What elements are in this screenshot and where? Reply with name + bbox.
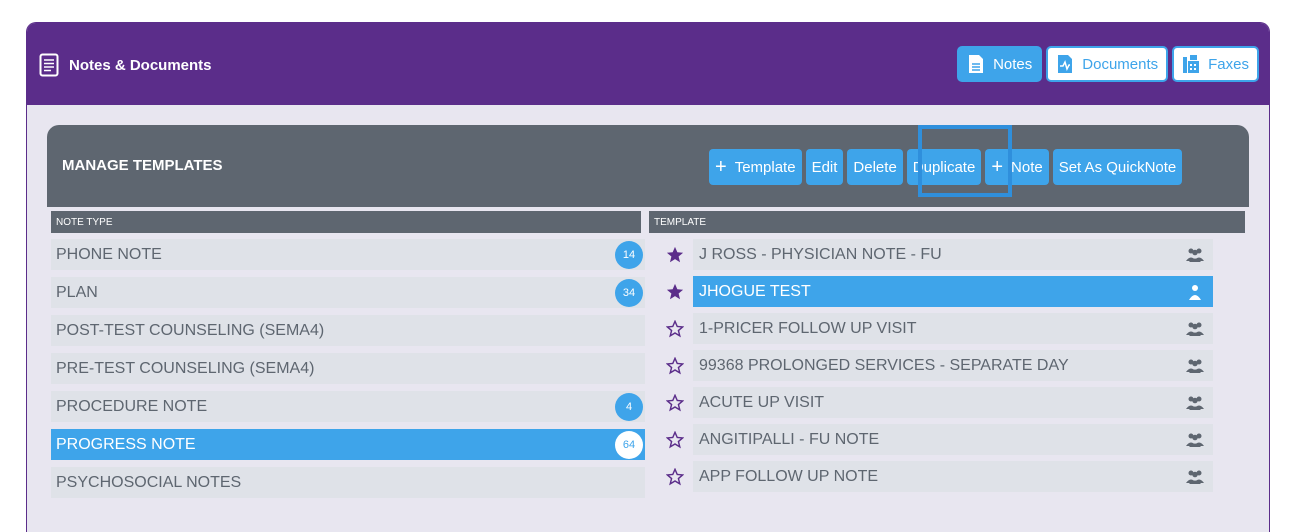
template-label: ACUTE UP VISIT — [699, 393, 825, 411]
template-item-selected[interactable]: JHOGUE TEST — [657, 276, 1213, 307]
note-type-label: PRE-TEST COUNSELING (SEMA4) — [56, 359, 315, 377]
template-label: 99368 PROLONGED SERVICES - SEPARATE DAY — [699, 356, 1069, 374]
duplicate-button[interactable]: Duplicate — [906, 149, 982, 185]
document-icon — [39, 53, 59, 77]
template-column-header: TEMPLATE — [649, 211, 1245, 233]
star-outline-icon — [666, 393, 684, 411]
note-type-label: PROGRESS NOTE — [56, 435, 196, 453]
add-note-button[interactable]: + Note — [985, 149, 1049, 185]
note-type-item-selected[interactable]: PROGRESS NOTE 64 — [51, 429, 645, 460]
add-template-button[interactable]: + Template — [709, 149, 802, 185]
star-filled-icon — [666, 283, 684, 299]
plus-icon: + — [715, 156, 727, 178]
shared-users-icon — [1186, 248, 1204, 262]
template-label: 1-PRICER FOLLOW UP VISIT — [699, 319, 917, 337]
manage-templates-header: MANAGE TEMPLATES + Template Edit Delete … — [47, 125, 1249, 207]
star-outline-icon — [666, 467, 684, 485]
note-type-label: PLAN — [56, 283, 98, 301]
note-type-item[interactable]: PLAN 34 — [51, 277, 645, 308]
template-label: J ROSS - PHYSICIAN NOTE - FU — [699, 245, 942, 263]
documents-tab-button[interactable]: Documents — [1046, 46, 1169, 82]
star-outline-icon — [666, 430, 684, 448]
shared-users-icon — [1186, 359, 1204, 373]
top-bar: Notes & Documents Notes Documents Faxes — [27, 23, 1269, 105]
shared-users-icon — [1186, 322, 1204, 336]
add-note-label: Note — [1011, 158, 1043, 176]
delete-label: Delete — [853, 158, 897, 176]
note-icon — [969, 55, 984, 73]
note-type-label: PSYCHOSOCIAL NOTES — [56, 473, 242, 491]
note-type-label: PROCEDURE NOTE — [56, 397, 208, 415]
template-list: J ROSS - PHYSICIAN NOTE - FU JHOGUE TEST — [657, 239, 1213, 498]
star-filled-icon — [666, 246, 684, 262]
duplicate-label: Duplicate — [912, 158, 976, 176]
count-badge: 4 — [615, 393, 643, 421]
delete-button[interactable]: Delete — [847, 149, 903, 185]
template-label: JHOGUE TEST — [699, 282, 811, 300]
documents-icon — [1058, 55, 1073, 73]
note-type-item[interactable]: POST-TEST COUNSELING (SEMA4) — [51, 315, 645, 346]
note-type-list: PHONE NOTE 14 PLAN 34 POST-TEST COUNSELI… — [51, 239, 645, 505]
count-badge: 64 — [615, 431, 643, 459]
notes-tab-button[interactable]: Notes — [957, 46, 1043, 82]
count-badge: 34 — [615, 279, 643, 307]
note-type-label: PHONE NOTE — [56, 245, 162, 263]
template-item[interactable]: 1-PRICER FOLLOW UP VISIT — [657, 313, 1213, 344]
app-title: Notes & Documents — [69, 56, 212, 74]
favorite-star-button[interactable] — [657, 276, 693, 307]
shared-users-icon — [1186, 396, 1204, 410]
manage-templates-panel: MANAGE TEMPLATES + Template Edit Delete … — [47, 125, 1249, 498]
favorite-star-button[interactable] — [657, 461, 693, 492]
note-type-item[interactable]: PSYCHOSOCIAL NOTES — [51, 467, 645, 498]
template-item[interactable]: APP FOLLOW UP NOTE — [657, 461, 1213, 492]
template-item[interactable]: ACUTE UP VISIT — [657, 387, 1213, 418]
note-type-item[interactable]: PRE-TEST COUNSELING (SEMA4) — [51, 353, 645, 384]
notes-documents-window: Notes & Documents Notes Documents Faxes … — [26, 22, 1270, 532]
favorite-star-button[interactable] — [657, 239, 693, 270]
fax-icon — [1183, 55, 1200, 73]
shared-users-icon — [1186, 433, 1204, 447]
favorite-star-button[interactable] — [657, 350, 693, 381]
note-type-item[interactable]: PHONE NOTE 14 — [51, 239, 645, 270]
star-outline-icon — [666, 356, 684, 374]
template-item[interactable]: ANGITIPALLI - FU NOTE — [657, 424, 1213, 455]
single-user-icon — [1189, 285, 1201, 300]
set-as-quicknote-label: Set As QuickNote — [1058, 158, 1177, 176]
favorite-star-button[interactable] — [657, 313, 693, 344]
edit-button[interactable]: Edit — [805, 149, 844, 185]
documents-tab-label: Documents — [1082, 55, 1159, 73]
template-item[interactable]: 99368 PROLONGED SERVICES - SEPARATE DAY — [657, 350, 1213, 381]
favorite-star-button[interactable] — [657, 387, 693, 418]
note-type-label: POST-TEST COUNSELING (SEMA4) — [56, 321, 325, 339]
notes-tab-label: Notes — [993, 55, 1033, 73]
count-badge: 14 — [615, 241, 643, 269]
favorite-star-button[interactable] — [657, 424, 693, 455]
plus-icon: + — [991, 156, 1004, 178]
template-item[interactable]: J ROSS - PHYSICIAN NOTE - FU — [657, 239, 1213, 270]
template-label: APP FOLLOW UP NOTE — [699, 467, 879, 485]
template-label: ANGITIPALLI - FU NOTE — [699, 430, 880, 448]
template-actions-toolbar: + Template Edit Delete Duplicate + Note — [709, 149, 1183, 185]
star-outline-icon — [666, 319, 684, 337]
note-type-column-header: NOTE TYPE — [51, 211, 641, 233]
add-template-label: Template — [734, 158, 796, 176]
set-as-quicknote-button[interactable]: Set As QuickNote — [1052, 149, 1183, 185]
faxes-tab-button[interactable]: Faxes — [1172, 46, 1259, 82]
shared-users-icon — [1186, 470, 1204, 484]
edit-label: Edit — [811, 158, 838, 176]
note-type-item[interactable]: PROCEDURE NOTE 4 — [51, 391, 645, 422]
faxes-tab-label: Faxes — [1208, 55, 1249, 73]
manage-templates-title: MANAGE TEMPLATES — [62, 157, 223, 174]
